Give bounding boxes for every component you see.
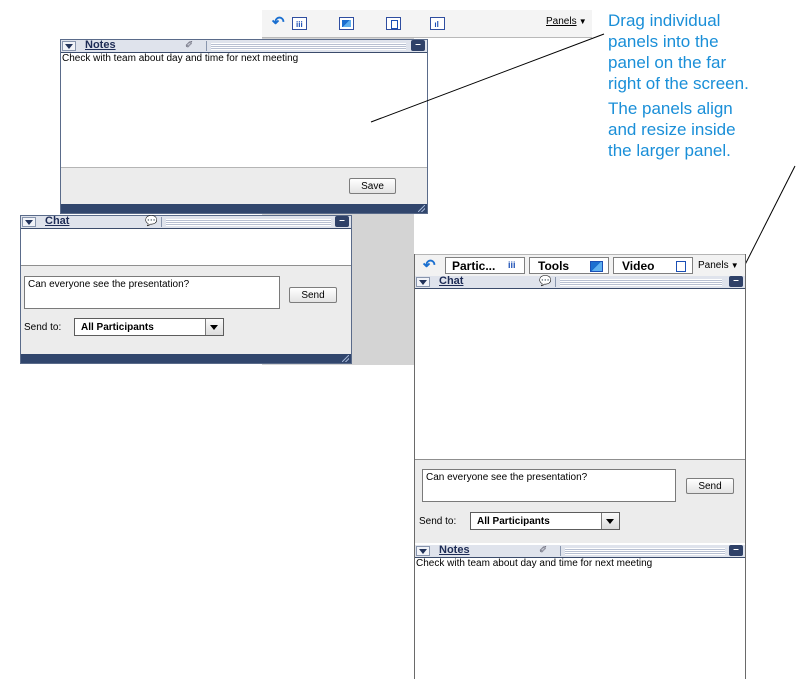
send-to-select[interactable]: All Participants [470, 512, 620, 530]
video-icon [676, 261, 686, 272]
docked-chat-panel: Chat 💬 – Can everyone see the presentati… [415, 275, 745, 543]
tab-video-label: Video [622, 259, 655, 273]
notes-title: Notes [439, 544, 470, 556]
docked-notes-panel: Notes ✐ – Check with team about day and … [415, 544, 745, 679]
send-to-value: All Participants [477, 516, 550, 527]
title-grip-lines [560, 279, 722, 286]
speech-bubble-icon: 💬 [539, 276, 552, 287]
title-separator [555, 277, 556, 287]
title-separator [560, 546, 561, 556]
chat-messages [415, 289, 745, 460]
collapse-toggle[interactable] [416, 277, 430, 287]
chat-message-input[interactable]: Can everyone see the presentation? [422, 469, 676, 502]
tab-participants[interactable]: Partic... iii [445, 257, 525, 274]
leader-line-drag [370, 33, 605, 123]
collapse-toggle[interactable] [416, 546, 430, 556]
docked-panel-container: ↶ Partic... iii Tools Video Panels ▼ Cha… [414, 254, 746, 679]
tab-tools-label: Tools [538, 259, 570, 273]
tab-video[interactable]: Video [613, 257, 693, 274]
panels-label: Panels [698, 260, 729, 271]
notes-title-bar[interactable]: Notes ✐ – [415, 544, 745, 558]
participants-icon: iii [508, 260, 516, 270]
send-button[interactable]: Send [686, 478, 734, 494]
send-to-label: Send to: [419, 516, 457, 527]
chevron-down-icon: ▼ [728, 261, 739, 270]
minimize-button[interactable]: – [729, 545, 743, 556]
pin-icon[interactable]: ✐ [539, 545, 547, 556]
tools-icon [590, 261, 603, 272]
triangle-down-icon [419, 549, 427, 554]
panels-menu[interactable]: Panels ▼ [698, 260, 739, 271]
chevron-down-icon[interactable] [601, 513, 619, 529]
docked-toolbar: ↶ Partic... iii Tools Video Panels ▼ [415, 254, 745, 277]
minimize-button[interactable]: – [729, 276, 743, 287]
undo-icon[interactable]: ↶ [423, 256, 436, 274]
title-grip-lines [565, 548, 725, 555]
chat-title: Chat [439, 275, 464, 287]
notes-content[interactable]: Check with team about day and time for n… [416, 558, 741, 569]
chat-title-bar[interactable]: Chat 💬 – [415, 275, 745, 289]
tab-tools[interactable]: Tools [529, 257, 609, 274]
triangle-down-icon [419, 280, 427, 285]
tab-participants-label: Partic... [452, 259, 496, 273]
